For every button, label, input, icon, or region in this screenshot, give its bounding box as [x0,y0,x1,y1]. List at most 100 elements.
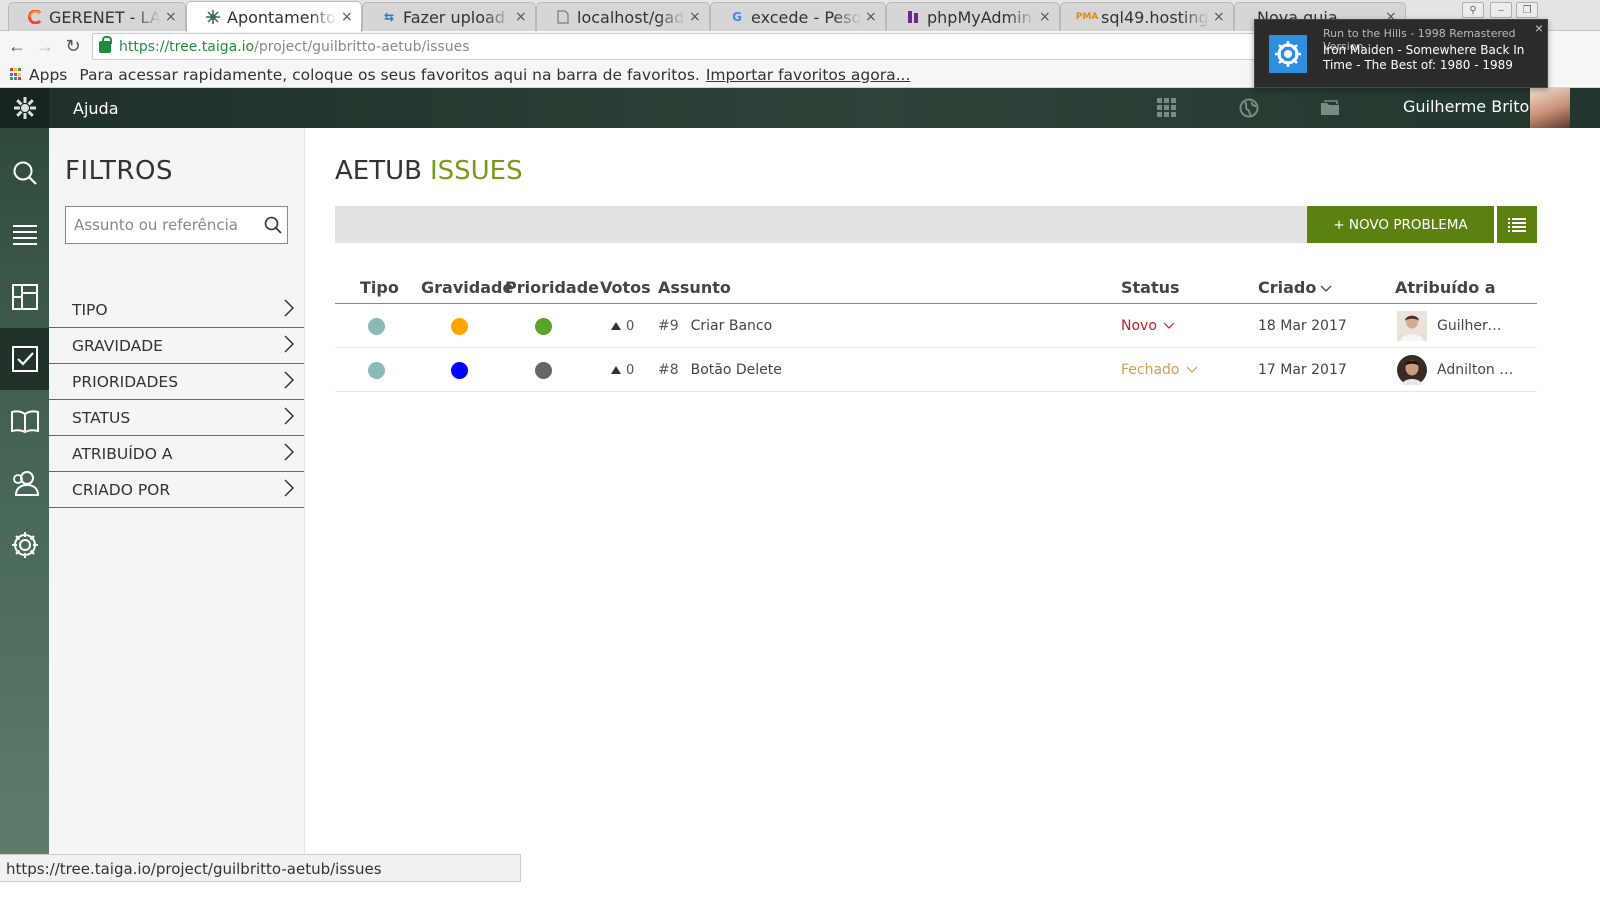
search-icon[interactable] [264,216,282,234]
browser-tab-active[interactable]: Apontamentos × [186,1,362,32]
left-nav [0,128,49,854]
nav-backlog[interactable] [0,204,49,266]
nav-team[interactable] [0,452,49,514]
nav-wiki[interactable] [0,390,49,452]
music-app-icon [1269,35,1307,73]
column-created-label: Criado [1258,278,1317,297]
avatar [1397,311,1427,341]
close-icon[interactable]: × [165,9,177,25]
column-severity[interactable]: Gravidade [421,278,513,297]
column-type[interactable]: Tipo [360,278,399,297]
folder-icon[interactable] [1319,97,1341,119]
type-dot[interactable] [368,361,385,379]
filter-assigned[interactable]: ATRIBUÍDO A [49,436,304,472]
column-assigned[interactable]: Atribuído a [1395,278,1496,297]
action-bar [335,206,1307,243]
page-title: AETUB ISSUES [335,156,523,186]
import-bookmarks-link[interactable]: Importar favoritos agora... [706,66,911,84]
close-icon[interactable]: × [1535,20,1543,36]
new-issue-button[interactable]: + NOVO PROBLEMA [1307,206,1494,243]
browser-tab[interactable]: PMA sql49.hostinger × [1060,2,1234,31]
upvote[interactable]: 0 [611,304,634,348]
assignee-name: Adnilton Silva [1437,362,1515,378]
url-path: /project/guilbritto-aetub/issues [254,38,470,55]
filter-priority[interactable]: PRIORIDADES [49,364,304,400]
filter-type[interactable]: TIPO [49,292,304,328]
upvote-arrow-icon [611,366,621,374]
column-priority[interactable]: Prioridade [505,278,599,297]
status-dropdown[interactable]: Fechado [1121,348,1198,392]
severity-dot[interactable] [451,361,468,379]
priority-dot[interactable] [535,361,552,379]
issue-subject-link[interactable]: #8 Botão Delete [658,348,782,392]
priority-dot[interactable] [535,317,552,335]
browser-tab[interactable]: localhost/gadem × [536,2,710,31]
globe-icon[interactable] [1238,97,1260,119]
tab-title: Fazer upload de [403,7,511,27]
filter-search-input[interactable] [74,216,254,234]
minimize-icon[interactable]: – [1490,2,1512,18]
status-dropdown[interactable]: Novo [1121,304,1175,348]
address-bar[interactable]: https://tree.taiga.io/project/guilbritto… [92,33,1272,60]
browser-tab[interactable]: ⇆ Fazer upload de × [362,2,536,31]
url-host: https://tree.taiga.io [119,38,255,55]
list-view-toggle[interactable] [1497,206,1537,243]
team-icon [12,471,39,496]
browser-tab[interactable]: phpMyAdmin × [886,2,1060,31]
help-link[interactable]: Ajuda [73,99,119,118]
issues-main: AETUB ISSUES + NOVO PROBLEMA Tipo Gravida… [305,128,1600,854]
tab-title: excede - Pesqu [751,7,861,27]
projects-grid-icon[interactable] [1156,97,1178,119]
nav-search[interactable] [0,142,49,204]
close-icon[interactable]: × [1213,9,1225,25]
table-row[interactable]: 0 #9 Criar Banco Novo 18 Mar 2017 Guilher… [335,304,1537,348]
close-icon[interactable]: × [515,9,527,25]
close-icon[interactable]: × [865,9,877,25]
media-notification[interactable]: Run to the Hills - 1998 Remastered Versi… [1254,19,1548,88]
filter-label: ATRIBUÍDO A [72,444,173,463]
column-votes[interactable]: Votos [600,278,651,297]
column-subject[interactable]: Assunto [658,278,731,297]
table-header: Tipo Gravidade Prioridade Votos Assunto … [335,276,1537,304]
avatar[interactable] [1530,88,1570,128]
forward-arrow-icon[interactable]: → [34,35,56,57]
filter-status[interactable]: STATUS [49,400,304,436]
taiga-icon [205,9,221,25]
project-name: AETUB [335,156,422,186]
close-icon[interactable]: × [341,9,353,25]
filter-created-by[interactable]: CRIADO POR [49,472,304,508]
taiga-logo-icon[interactable] [0,88,49,128]
apps-link[interactable]: Apps [29,66,67,84]
filter-search[interactable] [65,206,288,244]
kanban-icon [11,284,38,310]
close-icon[interactable]: × [689,9,701,25]
assignee[interactable]: Adnilton Silva [1397,348,1515,392]
severity-dot[interactable] [451,317,468,335]
reload-icon[interactable]: ↻ [62,35,84,57]
restore-icon[interactable]: ❐ [1516,2,1538,18]
browser-tab[interactable]: GERENET - LASS × [8,2,186,31]
filter-severity[interactable]: GRAVIDADE [49,328,304,364]
issue-ref: #8 [658,362,679,378]
back-arrow-icon[interactable]: ← [6,35,28,57]
nav-kanban[interactable] [0,266,49,328]
nav-admin[interactable] [0,514,49,576]
table-row[interactable]: 0 #8 Botão Delete Fechado 17 Mar 2017 Adn… [335,348,1537,392]
nav-issues[interactable] [0,328,49,390]
issue-subject-link[interactable]: #9 Criar Banco [658,304,772,348]
column-status[interactable]: Status [1121,278,1180,297]
chevron-down-icon [1320,285,1332,292]
type-dot[interactable] [368,317,385,335]
column-created[interactable]: Criado [1258,278,1332,297]
tab-title: phpMyAdmin [927,7,1032,27]
upvote-arrow-icon [611,322,621,330]
browser-tab[interactable]: G excede - Pesqu × [710,2,886,31]
apps-icon[interactable] [10,68,23,81]
close-icon[interactable]: × [1039,9,1051,25]
filter-label: PRIORIDADES [72,372,179,391]
assignee[interactable]: Guilherme Brito [1397,304,1515,348]
rainbow-c-icon [27,9,43,25]
user-name[interactable]: Guilherme Brito [1403,97,1529,116]
upvote[interactable]: 0 [611,348,634,392]
profile-icon[interactable]: ⚲ [1462,2,1484,18]
